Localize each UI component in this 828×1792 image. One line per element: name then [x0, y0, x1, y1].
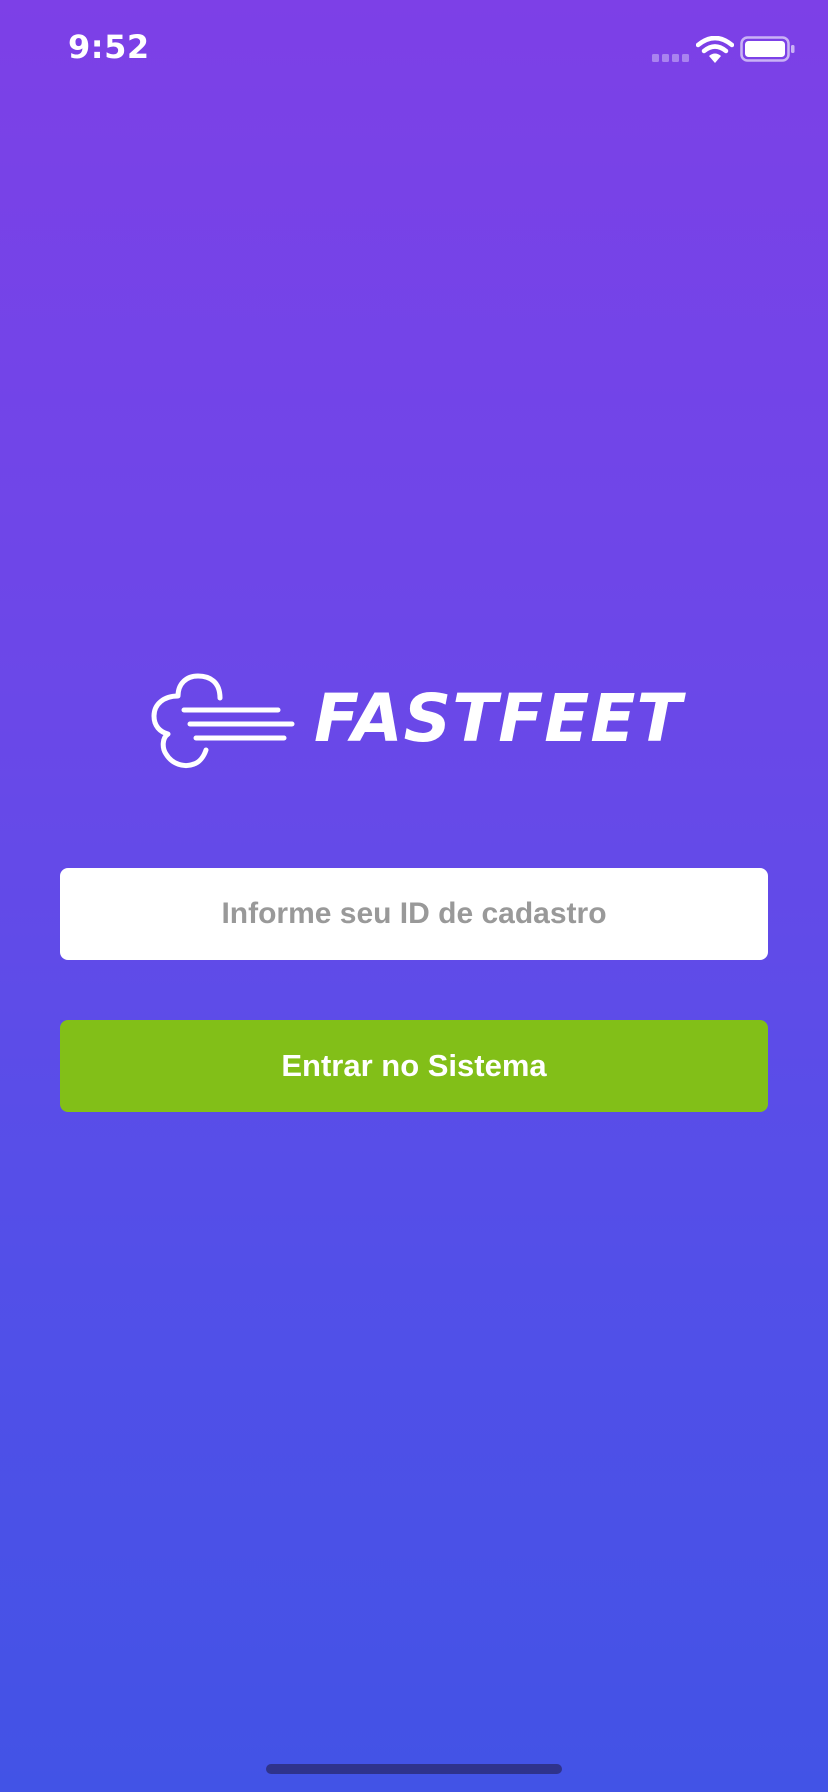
status-time: 9:52	[68, 28, 150, 66]
login-button[interactable]: Entrar no Sistema	[60, 1020, 768, 1112]
registration-id-input[interactable]	[60, 868, 768, 960]
wifi-icon	[696, 36, 734, 63]
cloud-speed-icon	[151, 673, 295, 769]
status-bar: 9:52	[0, 0, 828, 100]
fastfeet-logo: FASTFEET	[150, 672, 690, 772]
signal-icon	[652, 54, 689, 62]
home-indicator[interactable]	[266, 1764, 562, 1774]
battery-icon	[740, 36, 795, 62]
logo-wordmark: FASTFEET	[314, 680, 683, 757]
